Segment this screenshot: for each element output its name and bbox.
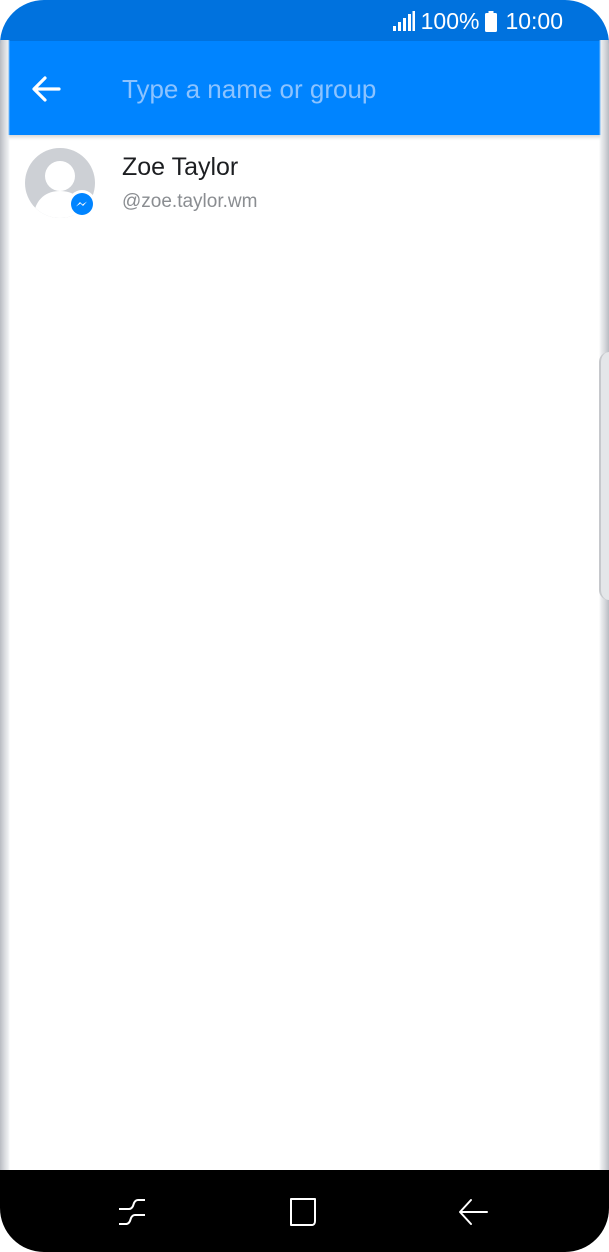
list-item[interactable]: Zoe Taylor @zoe.taylor.wm: [0, 135, 609, 235]
status-time: 10:00: [505, 7, 563, 34]
messenger-icon: [71, 193, 93, 215]
home-button[interactable]: [283, 1192, 323, 1232]
status-indicators: 100% 10:00: [392, 7, 563, 35]
back-nav-button[interactable]: [453, 1192, 493, 1232]
status-bar: 100% 10:00: [0, 0, 609, 41]
messenger-badge: [68, 190, 96, 218]
edge-panel-handle[interactable]: [599, 352, 609, 600]
search-app-bar: [0, 41, 609, 135]
battery-icon: [485, 10, 498, 32]
arrow-left-icon: [32, 76, 61, 102]
contact-username: @zoe.taylor.wm: [122, 191, 258, 212]
signal-icon: [392, 11, 415, 31]
phone-screen: 100% 10:00 Type a name or group Zoe Tayl…: [0, 0, 609, 1252]
contact-list: Zoe Taylor @zoe.taylor.wm: [0, 135, 609, 235]
search-input[interactable]: [122, 67, 562, 111]
contact-name: Zoe Taylor: [122, 153, 239, 181]
recents-button[interactable]: [112, 1192, 152, 1232]
recents-icon: [119, 1199, 145, 1225]
home-icon: [290, 1198, 316, 1226]
battery-percent: 100%: [420, 7, 480, 34]
back-icon: [459, 1199, 488, 1225]
navigation-bar: [0, 1170, 609, 1252]
back-button[interactable]: [20, 63, 72, 115]
